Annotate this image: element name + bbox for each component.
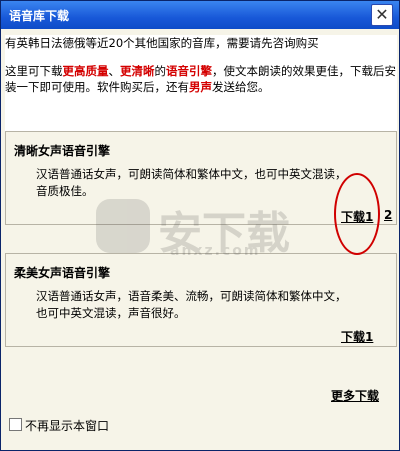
window-title: 语音库下载 (9, 9, 70, 23)
download-dialog: 语音库下载 ✕ 有英韩日法德俄等近20个其他国家的音库，需要请先咨询购买 这里可… (0, 0, 400, 451)
intro-text: 有英韩日法德俄等近20个其他国家的音库，需要请先咨询购买 这里可下载更高质量、更… (5, 35, 397, 143)
intro-text-i: 发送给您。 (212, 80, 270, 94)
watermark-subtext: anxz.com (170, 243, 261, 259)
intro-line-2: 这里可下载更高质量、更清晰的语音引擎，使文本朗读的效果更佳，下载后安装一下即可使… (5, 63, 397, 95)
intro-highlight-clear: 更清晰 (120, 64, 155, 78)
intro-text-c: 、 (108, 64, 121, 78)
more-downloads-link[interactable]: 更多下载 (331, 387, 379, 404)
watermark: 安下载 anxz.com (96, 191, 316, 261)
download-link-2[interactable]: 2 (384, 208, 392, 222)
intro-text-a: 这里可下载 (5, 64, 63, 78)
engine-card-soft: 柔美女声语音引擎 汉语普通话女声，语音柔美、流畅，可朗读简体和繁体中文，也可中英… (5, 253, 397, 347)
download-link-1[interactable]: 下载1 (341, 328, 373, 345)
red-circle-annotation (334, 173, 380, 255)
engine-title: 柔美女声语音引擎 (14, 266, 111, 280)
close-button[interactable]: ✕ (371, 4, 393, 26)
intro-highlight-male: 男声 (189, 80, 212, 94)
title-bar[interactable]: 语音库下载 ✕ (1, 1, 399, 29)
intro-highlight-quality: 更高质量 (62, 64, 109, 78)
intro-highlight-engine: 语音引擎 (166, 64, 212, 78)
dont-show-label: 不再显示本窗口 (25, 419, 110, 433)
engine-description: 汉语普通话女声，语音柔美、流畅，可朗读简体和繁体中文，也可中英文混读，声音很好。 (36, 289, 347, 320)
watermark-logo-icon (96, 199, 150, 253)
engine-title: 清晰女声语音引擎 (14, 144, 111, 158)
intro-text-e: 的 (154, 64, 167, 78)
intro-line-1: 有英韩日法德俄等近20个其他国家的音库，需要请先咨询购买 (5, 36, 319, 50)
dont-show-checkbox[interactable] (9, 418, 22, 431)
